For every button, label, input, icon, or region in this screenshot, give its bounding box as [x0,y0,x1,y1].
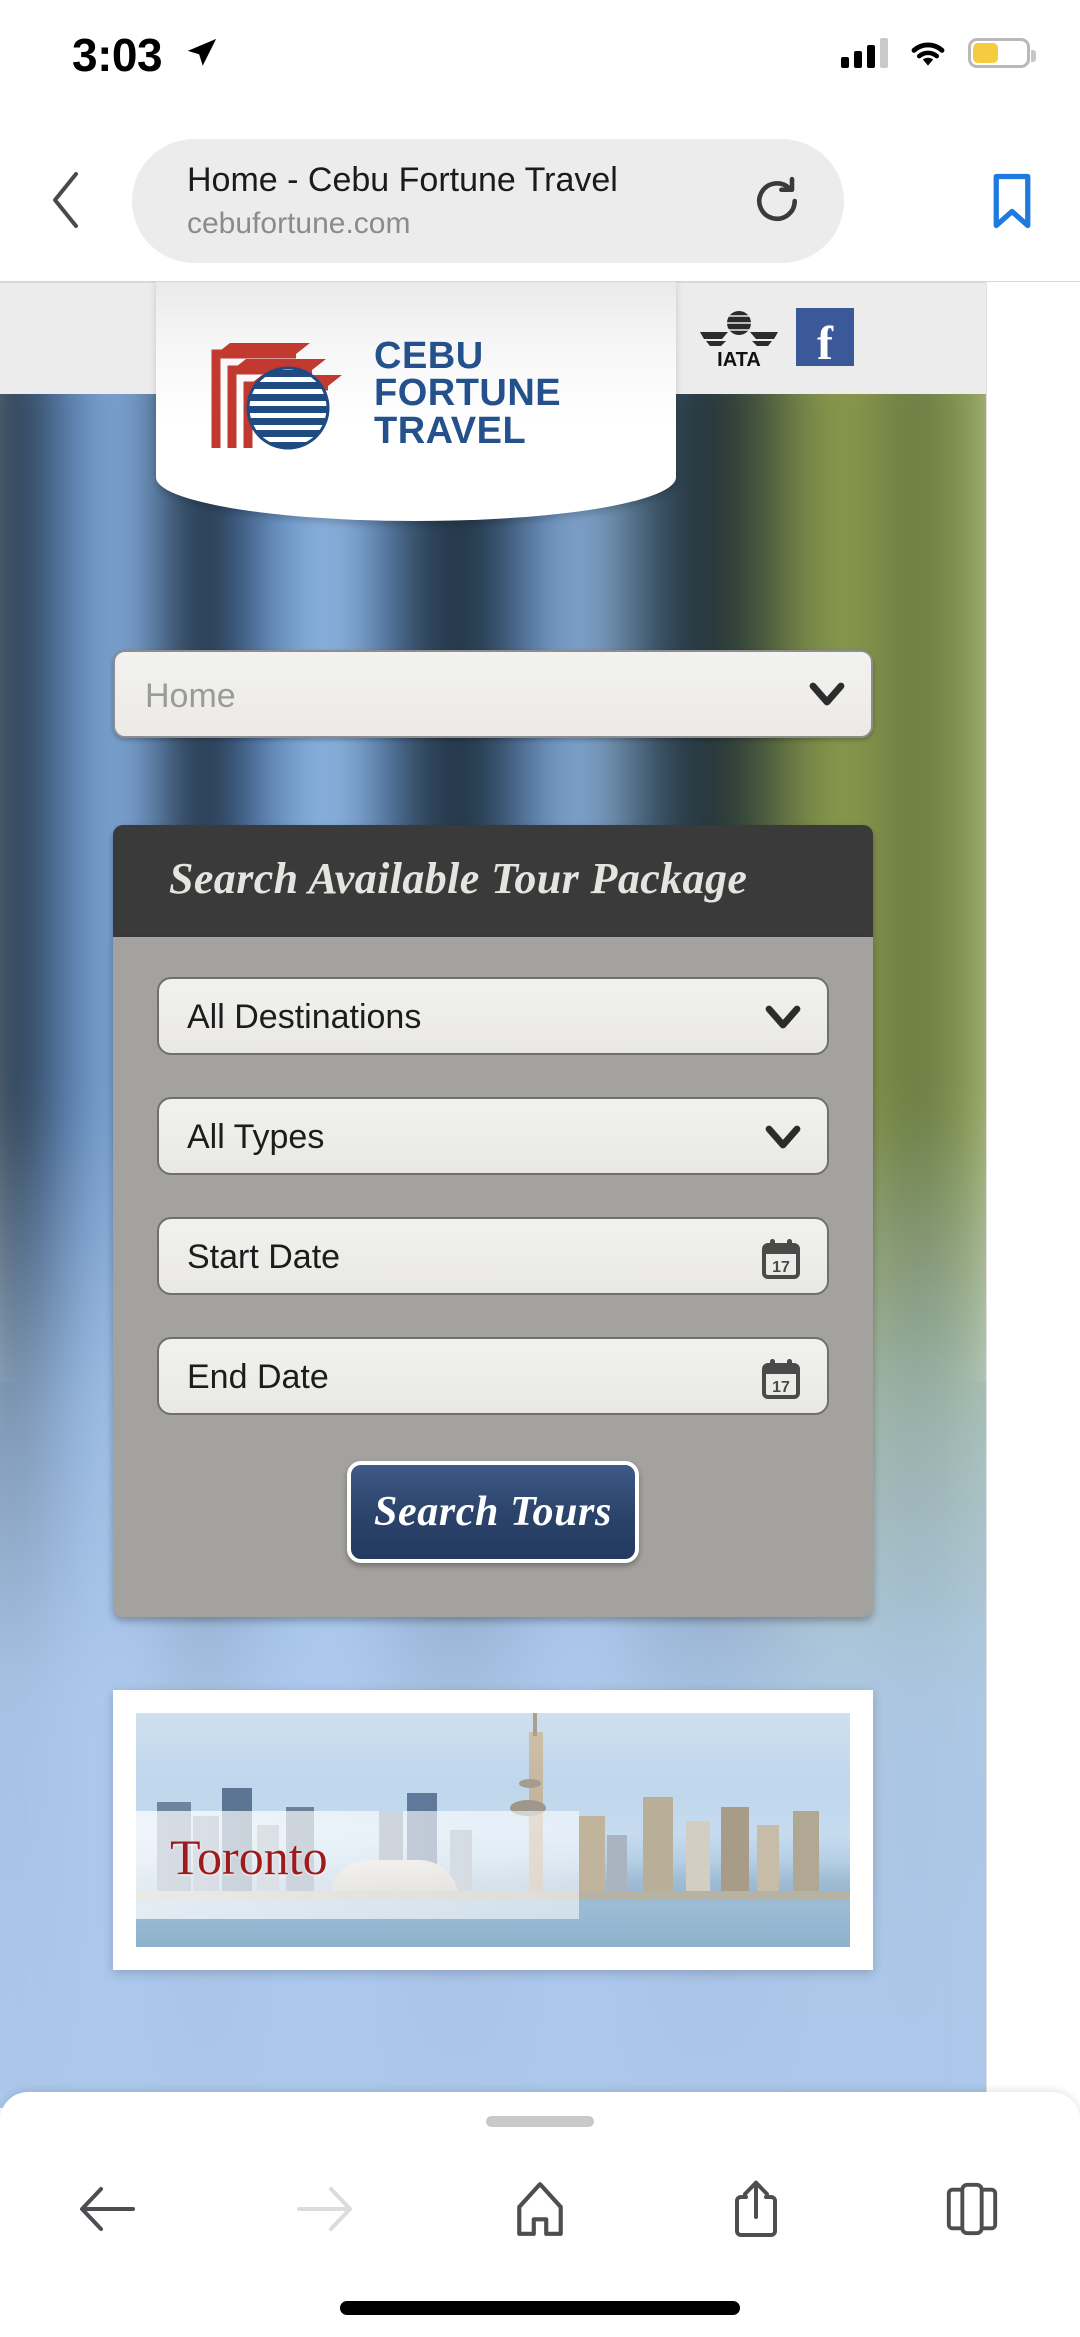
chevron-down-icon [765,1125,801,1149]
toolbar-share-button[interactable] [648,2154,864,2264]
toolbar-grab-handle[interactable] [486,2116,594,2127]
facebook-icon[interactable]: f [796,308,854,370]
share-icon [735,2180,777,2237]
calendar-icon[interactable]: 17 [761,1358,801,1400]
bookmark-button[interactable] [980,166,1044,236]
destination-select[interactable]: All Destinations [157,977,829,1055]
battery-icon [968,38,1036,68]
status-bar-clock: 3:03 [72,29,163,81]
end-date-input[interactable]: End Date 17 [157,1337,829,1415]
address-bar-back-button[interactable] [36,160,96,240]
tour-search-panel: Search Available Tour Package All Destin… [113,825,873,1617]
site-logo-text: CEBU FORTUNE TRAVEL [374,335,562,452]
logo-line-3: TRAVEL [374,409,527,452]
home-icon [517,2182,563,2236]
toolbar-back-button[interactable] [0,2154,216,2264]
tour-search-title: Search Available Tour Package [169,854,748,903]
start-date-input[interactable]: Start Date 17 [157,1217,829,1295]
browser-address-bar: Home - Cebu Fortune Travel cebufortune.c… [0,120,1080,282]
page-title: Home - Cebu Fortune Travel [187,161,618,199]
site-nav-select[interactable]: Home [113,650,873,738]
status-bar: 3:03 [0,0,1080,120]
arrow-right-icon [297,2187,352,2231]
header-badges: IATA f [700,306,854,368]
tour-type-select[interactable]: All Types [157,1097,829,1175]
location-arrow-icon [187,38,217,66]
tabs-icon [946,2182,998,2236]
site-nav-select-value: Home [145,677,236,715]
chevron-down-icon [809,682,845,706]
svg-text:17: 17 [772,1259,790,1276]
toolbar-tabs-button[interactable] [864,2154,1080,2264]
tour-type-select-value: All Types [187,1118,325,1156]
iata-winged-globe-icon[interactable]: IATA [700,306,778,368]
cebu-fortune-globe-logo [206,330,356,458]
toolbar-home-button[interactable] [432,2154,648,2264]
cellular-signal-icon [841,38,888,68]
svg-text:17: 17 [772,1379,790,1396]
browser-bottom-toolbar [0,2092,1080,2337]
destination-label: Toronto [170,1829,328,1886]
page-right-gutter [986,282,1080,2108]
logo-line-2: FORTUNE [374,372,562,415]
tour-search-panel-body: All Destinations All Types Start Date 17… [113,937,873,1617]
destination-select-value: All Destinations [187,998,422,1036]
search-tours-label: Search Tours [374,1489,612,1535]
svg-text:IATA: IATA [717,349,761,368]
site-logo[interactable]: CEBU FORTUNE TRAVEL [206,330,561,458]
toolbar-forward-button[interactable] [216,2154,432,2264]
facebook-glyph: f [817,317,833,370]
end-date-value: End Date [187,1358,329,1396]
logo-line-1: CEBU [374,335,484,378]
bookmark-icon [993,173,1031,229]
page-host: cebufortune.com [187,207,411,240]
status-bar-indicators [841,38,1036,68]
destination-card-toronto[interactable]: Toronto [113,1690,873,1970]
arrow-left-icon [80,2187,135,2231]
chevron-left-icon [53,172,78,228]
search-tours-button[interactable]: Search Tours [347,1461,639,1563]
calendar-icon[interactable]: 17 [761,1238,801,1280]
site-logo-card[interactable]: CEBU FORTUNE TRAVEL [156,282,676,521]
web-page-viewport: CEBU FORTUNE TRAVEL IATA f Home Search A… [0,282,1080,2108]
tour-search-panel-header: Search Available Tour Package [113,825,873,937]
page-content-column: CEBU FORTUNE TRAVEL IATA f Home Search A… [0,282,986,2108]
url-pill[interactable]: Home - Cebu Fortune Travel cebufortune.c… [132,139,844,263]
home-indicator [340,2301,740,2315]
toronto-skyline-image: Toronto [136,1713,850,1947]
reload-icon[interactable] [752,176,802,226]
chevron-down-icon [765,1005,801,1029]
wifi-icon [911,42,945,66]
start-date-value: Start Date [187,1238,341,1276]
